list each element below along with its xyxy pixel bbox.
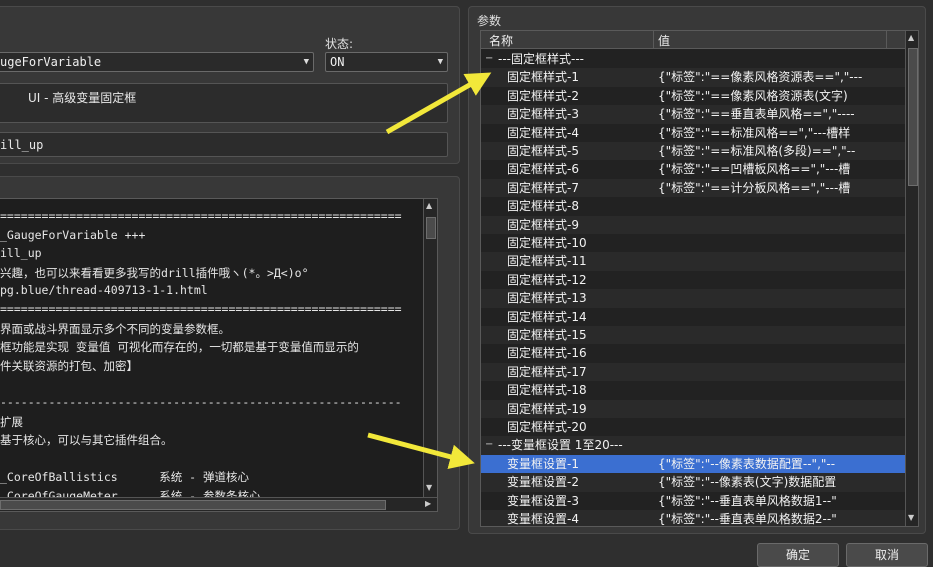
arrow-to-style-group xyxy=(385,72,492,135)
annotation-arrows xyxy=(367,72,492,469)
arrow-to-setting-row xyxy=(367,432,475,469)
